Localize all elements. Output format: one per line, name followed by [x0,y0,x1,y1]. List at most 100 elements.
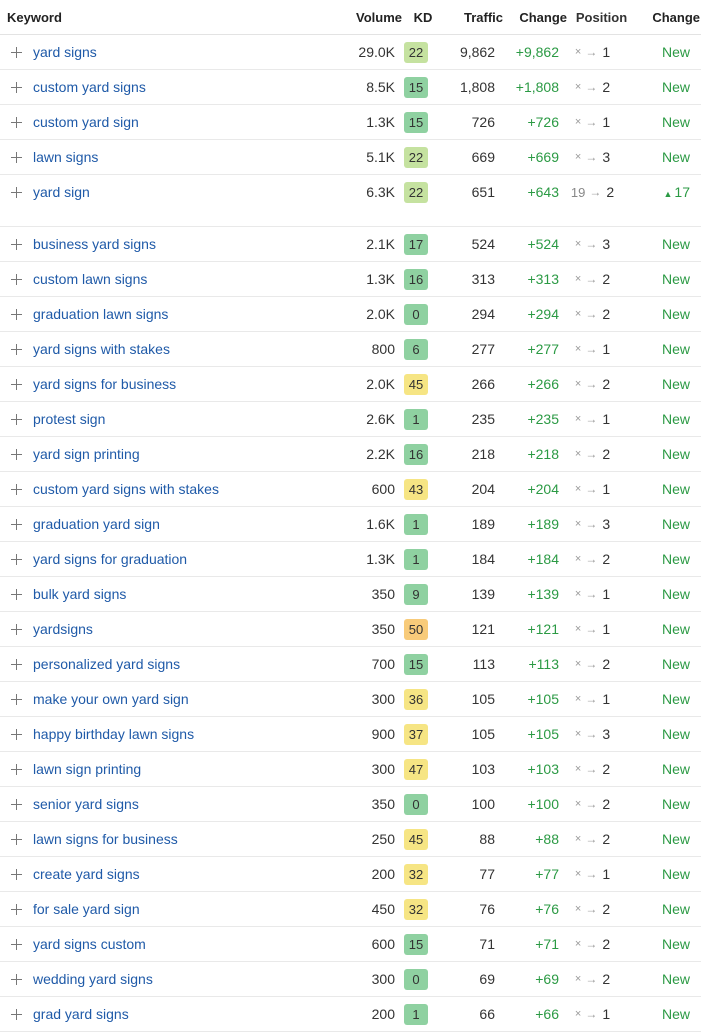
keyword-link[interactable]: graduation yard sign [33,516,323,532]
add-keyword-button[interactable] [0,238,33,250]
add-keyword-button[interactable] [0,588,33,600]
add-keyword-button[interactable] [0,273,33,285]
arrow-right-icon: → [585,115,598,129]
new-badge: New [661,271,690,287]
header-traffic-change[interactable]: Change [503,10,567,25]
header-traffic[interactable]: Traffic [444,10,503,25]
keyword-link[interactable]: yard sign printing [33,446,323,462]
traffic-change-value: +1,808 [515,79,559,95]
keyword-link[interactable]: yard sign [33,175,323,209]
add-keyword-button[interactable] [0,175,33,209]
new-badge: New [661,901,690,917]
new-badge: New [661,341,690,357]
add-keyword-button[interactable] [0,518,33,530]
kd-badge: 16 [404,268,428,290]
add-keyword-button[interactable] [0,448,33,460]
current-position: 2 [602,271,611,287]
new-badge: New [661,621,690,637]
table-row: yardsigns 350 50 121 +121 × → 1 New [0,612,701,647]
add-keyword-button[interactable] [0,151,33,163]
add-keyword-button[interactable] [0,798,33,810]
keyword-link[interactable]: protest sign [33,411,323,427]
add-keyword-button[interactable] [0,938,33,950]
keyword-link[interactable]: yard signs for graduation [33,551,323,567]
keyword-link[interactable]: graduation lawn signs [33,306,323,322]
keyword-link[interactable]: yard signs custom [33,936,323,952]
add-keyword-button[interactable] [0,483,33,495]
keyword-link[interactable]: grad yard signs [33,1006,323,1022]
header-position-change[interactable]: Change [636,10,700,25]
add-keyword-button[interactable] [0,308,33,320]
position-cell: × → 1 [559,1006,626,1022]
table-row: yard signs 29.0K 22 9,862 +9,862 × → 1 N… [0,35,701,70]
plus-icon [11,1008,22,1020]
keyword-link[interactable]: yard signs with stakes [33,341,323,357]
add-keyword-button[interactable] [0,343,33,355]
add-keyword-button[interactable] [0,623,33,635]
keyword-link[interactable]: custom yard signs [33,79,323,95]
position-change-value: New [626,586,690,602]
keyword-link[interactable]: make your own yard sign [33,691,323,707]
add-keyword-button[interactable] [0,728,33,740]
keyword-link[interactable]: yardsigns [33,621,323,637]
volume-value: 350 [371,586,395,602]
keyword-link[interactable]: custom yard signs with stakes [33,481,323,497]
arrow-right-icon: → [585,762,598,776]
keyword-link[interactable]: senior yard signs [33,796,323,812]
add-keyword-button[interactable] [0,903,33,915]
header-keyword[interactable]: Keyword [0,10,323,25]
new-badge: New [661,44,690,60]
header-volume[interactable]: Volume [323,10,402,25]
position-change-value: New [626,236,690,252]
not-ranked-icon: × [574,693,582,705]
header-position[interactable]: Position [567,10,636,25]
keyword-link[interactable]: personalized yard signs [33,656,323,672]
keyword-link[interactable]: lawn signs [33,149,323,165]
new-badge: New [661,376,690,392]
add-keyword-button[interactable] [0,116,33,128]
not-ranked-icon: × [574,378,582,390]
kd-cell: 15 [395,933,437,955]
keyword-link[interactable]: custom lawn signs [33,271,323,287]
position-cell: × → 2 [559,306,626,322]
keyword-link[interactable]: business yard signs [33,236,323,252]
add-keyword-button[interactable] [0,693,33,705]
add-keyword-button[interactable] [0,46,33,58]
add-keyword-button[interactable] [0,833,33,845]
volume-value: 300 [371,761,395,777]
current-position: 1 [602,691,611,707]
kd-cell: 1 [395,548,437,570]
arrow-right-icon: → [585,517,598,531]
add-keyword-button[interactable] [0,1008,33,1020]
keyword-link[interactable]: for sale yard sign [33,901,323,917]
keyword-link[interactable]: create yard signs [33,866,323,882]
current-position: 2 [602,376,611,392]
add-keyword-button[interactable] [0,553,33,565]
add-keyword-button[interactable] [0,378,33,390]
keyword-link[interactable]: yard signs for business [33,376,323,392]
keyword-link[interactable]: yard signs [33,44,323,60]
position-cell: × → 2 [559,79,626,95]
traffic-change-value: +105 [527,691,559,707]
keyword-link[interactable]: custom yard sign [33,114,323,130]
position-change-value: New [626,341,690,357]
table-row: create yard signs 200 32 77 +77 × → 1 Ne… [0,857,701,892]
keyword-link[interactable]: happy birthday lawn signs [33,726,323,742]
position-change-value: New [626,44,690,60]
add-keyword-button[interactable] [0,81,33,93]
add-keyword-button[interactable] [0,658,33,670]
traffic-value: 266 [471,376,495,392]
keyword-link[interactable]: lawn sign printing [33,761,323,777]
add-keyword-button[interactable] [0,868,33,880]
add-keyword-button[interactable] [0,973,33,985]
kd-cell: 37 [395,723,437,745]
kd-cell: 1 [395,1003,437,1025]
keyword-link[interactable]: bulk yard signs [33,586,323,602]
keyword-link[interactable]: lawn signs for business [33,831,323,847]
add-keyword-button[interactable] [0,763,33,775]
keyword-link[interactable]: wedding yard signs [33,971,323,987]
volume-value: 200 [371,1006,395,1022]
current-position: 2 [602,79,611,95]
add-keyword-button[interactable] [0,413,33,425]
header-kd[interactable]: KD [402,10,444,25]
